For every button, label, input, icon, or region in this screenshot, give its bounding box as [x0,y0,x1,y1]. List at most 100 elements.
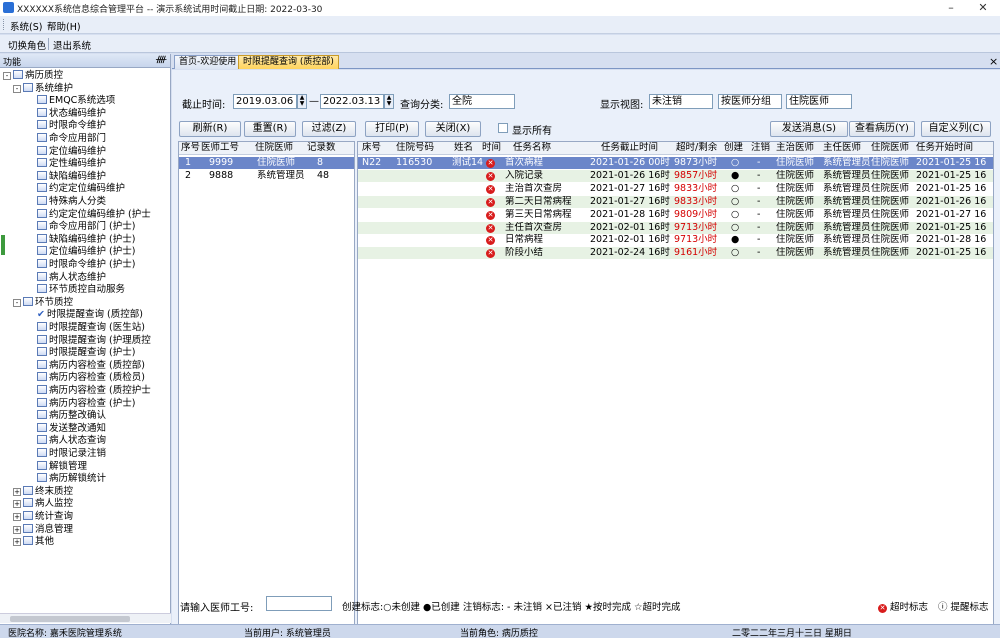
column-header[interactable]: 医师工号 [201,142,239,154]
view-record-button[interactable]: 查看病历(Y) [849,121,915,137]
send-message-button[interactable]: 发送消息(S) [770,121,848,137]
doctor-type-select[interactable]: 住院医师 [786,94,852,109]
collapse-icon[interactable]: - [13,298,21,307]
tree-item[interactable]: 定位编码维护 (护士) [23,246,135,258]
query-type-select[interactable]: 全院 [449,94,515,109]
close-button[interactable]: 关闭(X) [425,121,481,137]
tree-item[interactable]: 定位编码维护 [23,145,106,158]
tree-item[interactable]: 病历整改确认 [23,410,106,422]
tab-home[interactable]: 首页-欢迎使用 [174,55,242,69]
task-row[interactable]: ✕ 入院记录 2021-01-26 16时 9857小时 ● - 住院医师 系统管理员 住院医师… [358,169,993,182]
column-header[interactable]: 住院医师 [871,142,909,154]
column-header[interactable]: 序号 [181,142,200,154]
tree-item[interactable]: 病历内容检查 (质检员) [23,372,145,384]
column-header[interactable]: 姓名 [454,142,473,154]
tree-item[interactable]: + 其他 [13,536,54,548]
tree-item[interactable]: EMQC系统选项 [23,95,115,107]
tree-item[interactable]: + 统计查询 [13,511,73,523]
tree-item[interactable]: 定性编码维护 [23,158,106,170]
tree-item[interactable]: 时限提醒查询 (护士) [23,347,135,359]
task-row[interactable]: ✕ 日常病程 2021-02-01 16时 9713小时 ● - 住院医师 系统管理员 住院医师… [358,234,993,246]
tree-item[interactable]: 环节质控自动服务 [23,284,125,296]
column-header[interactable]: 住院号码 [396,142,434,154]
menu-system[interactable]: 系统(S) [10,19,42,33]
switch-role-button[interactable]: 切换角色 [8,38,46,52]
exit-system-button[interactable]: 退出系统 [53,38,91,52]
close-window-button[interactable]: ✕ [968,0,998,16]
collapse-icon[interactable]: - [3,72,11,80]
group-select[interactable]: 按医师分组 [718,94,782,109]
tree-item[interactable]: 特殊病人分类 [23,196,106,208]
reset-button[interactable]: 重置(R) [244,121,296,137]
tree-item[interactable]: 时限记录注销 [23,448,106,460]
close-tab-icon[interactable]: × [989,55,998,68]
expand-icon[interactable]: + [13,525,21,534]
doctor-row[interactable]: 1 9999 住院医师 8 [179,157,354,169]
tree-item[interactable]: 约定定位编码维护 (护士 [23,208,151,221]
tree-item[interactable]: 病人状态维护 [23,271,106,284]
tree-item[interactable]: 发送整改通知 [23,422,106,435]
expand-icon[interactable]: + [13,500,21,509]
tree-item[interactable]: 命令应用部门 (护士) [23,221,135,233]
tree-item[interactable]: 时限提醒查询 (医生站) [23,322,145,334]
view-select[interactable]: 未注销 [649,94,713,109]
menu-help[interactable]: 帮助(H) [47,19,81,33]
splitter-grip[interactable] [1,235,5,255]
tree-item[interactable]: + 病人监控 [13,498,73,510]
column-header[interactable]: 任务截止时间 [601,142,658,154]
expand-icon[interactable]: + [13,513,21,521]
print-button[interactable]: 打印(P) [365,121,419,137]
collapse-icon[interactable]: - [13,84,21,93]
tree-item[interactable]: 病历内容检查 (质控护士 [23,385,151,397]
show-all-checkbox[interactable] [498,123,508,133]
tree-item[interactable]: 约定定位编码维护 [23,183,125,195]
doctor-id-input[interactable] [266,596,332,611]
column-header[interactable]: 时间 [482,142,501,154]
task-row[interactable]: ✕ 第二天日常病程 2021-01-27 16时 9833小时 ○ - 住院医师 系统管理员住… [358,195,993,208]
tree-scrollbar[interactable] [0,613,171,623]
tab-time-limit-query[interactable]: 时限提醒查询 (质控部) [238,55,339,69]
expand-icon[interactable]: + [13,538,21,547]
tree-item[interactable]: 病人状态查询 [23,435,106,447]
column-header[interactable]: 任务名称 [513,142,551,154]
tree-item[interactable]: 状态编码维护 [23,107,106,120]
column-header[interactable]: 住院医师 [255,142,293,154]
scrollbar-thumb[interactable] [10,616,130,622]
tree-item[interactable]: + 消息管理 [13,523,73,536]
custom-columns-button[interactable]: 自定义列(C) [921,121,991,137]
task-row[interactable]: ✕ 阶段小结 2021-02-24 16时 9161小时 ○ - 住院医师 系统管理员 住院医师… [358,247,993,260]
tree-item[interactable]: 缺陷编码维护 [23,170,106,183]
tree-item[interactable]: - 环节质控 [13,296,73,309]
minimize-button[interactable]: – [936,0,966,16]
filter-button[interactable]: 过滤(Z) [302,121,356,137]
tree-item[interactable]: 时限提醒查询 (护理质控 [23,334,151,347]
expand-icon[interactable]: + [13,487,21,496]
tree-item[interactable]: 时限命令维护 (护士) [23,259,135,271]
tree-item[interactable]: 解锁管理 [23,460,87,473]
pin-icon[interactable]: ᚎ [156,55,166,65]
column-header[interactable]: 任务开始时间 [916,142,973,154]
tree-item[interactable]: - 病历质控 [3,70,63,82]
task-row[interactable]: ✕ 主任首次查房 2021-02-01 16时 9713小时 ○ - 住院医师 系统管理员 住院… [358,221,993,234]
column-header[interactable]: 超时/剩余 [676,142,717,154]
column-header[interactable]: 记录数 [307,142,336,154]
tree-item[interactable]: 病历内容检查 (质控部) [23,359,145,372]
date-from-spinner[interactable]: ▲ ▼ [297,94,307,109]
tree-item[interactable]: 病历内容检查 (护士) [23,397,135,410]
tree-item[interactable]: 病历解锁统计 [23,473,106,485]
tree-item[interactable]: ✔ 时限提醒查询 (质控部) [23,309,143,321]
show-all-label[interactable]: 显示所有 [512,122,552,137]
column-header[interactable]: 床号 [362,142,381,154]
tree-item[interactable]: + 终末质控 [13,485,73,498]
task-row[interactable]: ✕ 第三天日常病程 2021-01-28 16时 9809小时 ○ - 住院医师 系统管理员住… [358,209,993,221]
tree-item[interactable]: - 系统维护 [13,82,73,95]
column-header[interactable]: 注销 [751,142,770,154]
date-to-spinner[interactable]: ▲ ▼ [384,94,394,109]
column-header[interactable]: 创建 [724,142,743,154]
tree-item[interactable]: 缺陷编码维护 (护士) [23,233,135,246]
doctor-row[interactable]: 2 9888 系统管理员 48 [179,170,354,182]
date-to-input[interactable]: 2022.03.13 [320,94,384,109]
column-header[interactable]: 主治医师 [776,142,814,154]
task-row[interactable]: ✕ 主治首次查房 2021-01-27 16时 9833小时 ○ - 住院医师 系统管理员 住院… [358,183,993,195]
tree-item[interactable]: 时限命令维护 [23,120,106,132]
